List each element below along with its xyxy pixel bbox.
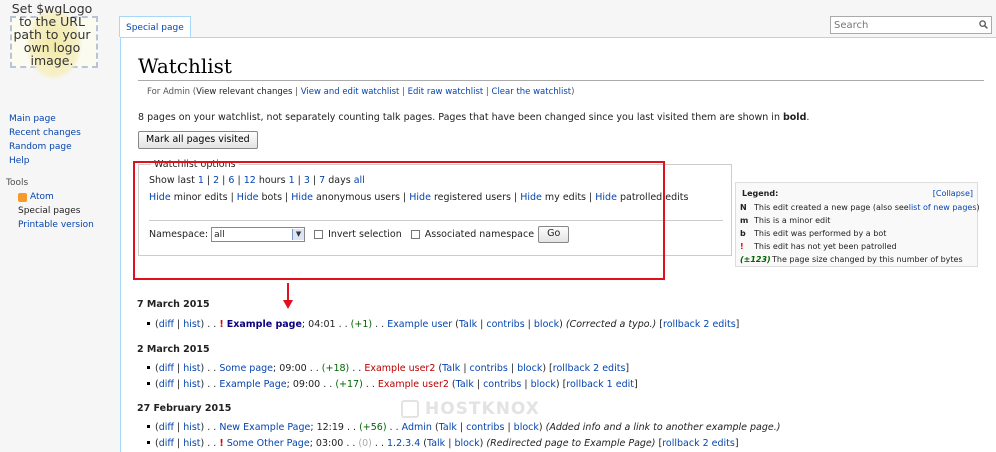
site-logo-placeholder[interactable]: Set $wgLogo to the URL path to your own …	[4, 2, 100, 82]
diff-link[interactable]: diff	[159, 379, 174, 390]
sidebar-item-help[interactable]: Help	[0, 154, 118, 168]
user-link[interactable]: Example user	[387, 319, 452, 330]
watchlist-intro: 8 pages on your watchlist, not separatel…	[138, 112, 810, 123]
date-heading: 2 March 2015	[137, 344, 210, 355]
rollback-link[interactable]: rollback 1 edit	[566, 379, 634, 390]
talk-link[interactable]: Talk	[439, 422, 457, 433]
block-link[interactable]: block	[454, 438, 479, 449]
page-link[interactable]: Some Other Page	[227, 438, 310, 449]
hist-link[interactable]: hist	[183, 438, 200, 449]
page-link[interactable]: Some page	[219, 363, 273, 374]
sidebar-item-printable-version[interactable]: Printable version	[0, 218, 118, 232]
hist-link[interactable]: hist	[183, 422, 200, 433]
hist-link[interactable]: hist	[183, 363, 200, 374]
rollback-link[interactable]: rollback 2 edits	[662, 438, 735, 449]
list-item: (diff | hist) . . ! Some Other Page; 03:…	[147, 438, 739, 449]
sidebar-item-recent-changes[interactable]: Recent changes	[0, 126, 118, 140]
list-of-new-pages-link[interactable]: list of new pages	[909, 203, 977, 212]
sidebar-tools-heading: Tools	[6, 178, 29, 188]
legend-row: ! This edit has not yet been patrolled	[740, 242, 897, 251]
user-link[interactable]: 1.2.3.4	[387, 438, 420, 449]
legend-row: (±123) The page size changed by this numb…	[740, 255, 963, 264]
block-link[interactable]: block	[534, 319, 559, 330]
date-heading: 27 February 2015	[137, 403, 232, 414]
diff-link[interactable]: diff	[159, 319, 174, 330]
talk-link[interactable]: Talk	[427, 438, 445, 449]
edit-raw-watchlist-link[interactable]: Edit raw watchlist	[408, 87, 484, 97]
content-area: Watchlist For Admin (View relevant chang…	[120, 37, 996, 452]
search-input[interactable]	[831, 17, 977, 33]
view-relevant-changes-link[interactable]: View relevant changes	[196, 87, 292, 97]
page-link[interactable]: Example Page	[219, 379, 286, 390]
sidebar-item-special-pages: Special pages	[18, 206, 81, 216]
user-link[interactable]: Admin	[402, 422, 432, 433]
watchlist-subtitle: For Admin (View relevant changes | View …	[147, 87, 575, 97]
legend-row: m This is a minor edit	[740, 216, 831, 225]
legend-row: b This edit was performed by a bot	[740, 229, 887, 238]
annotation-arrow-head	[283, 300, 293, 309]
atom-feed-icon	[18, 192, 27, 202]
talk-link[interactable]: Talk	[459, 319, 477, 330]
diff-link[interactable]: diff	[159, 363, 174, 374]
block-link[interactable]: block	[514, 422, 539, 433]
annotation-highlight-box	[133, 161, 665, 280]
logo-text: Set $wgLogo to the URL path to your own …	[11, 1, 93, 68]
sidebar-item-label: Atom	[30, 192, 54, 202]
sidebar-item-atom[interactable]: Atom	[0, 190, 118, 204]
hist-link[interactable]: hist	[183, 319, 200, 330]
diff-link[interactable]: diff	[159, 422, 174, 433]
sidebar-item-main-page[interactable]: Main page	[0, 112, 118, 126]
page-link[interactable]: New Example Page	[219, 422, 310, 433]
legend-row: N This edit created a new page (also see …	[740, 203, 980, 212]
talk-link[interactable]: Talk	[442, 363, 460, 374]
contribs-link[interactable]: contribs	[466, 422, 504, 433]
rollback-link[interactable]: rollback 2 edits	[553, 363, 626, 374]
contribs-link[interactable]: contribs	[470, 363, 508, 374]
legend-box: Legend: [Collapse] N This edit created a …	[735, 182, 980, 267]
search-icon[interactable]	[979, 20, 988, 29]
watermark-logo-icon	[401, 400, 419, 418]
diff-link[interactable]: diff	[159, 438, 174, 449]
talk-link[interactable]: Talk	[456, 379, 474, 390]
watermark: HOSTKNOX	[401, 399, 540, 419]
list-item: (diff | hist) . . Some page; 09:00 . . (…	[147, 363, 629, 374]
clear-watchlist-link[interactable]: Clear the watchlist	[492, 87, 572, 97]
page-link[interactable]: Example page	[227, 319, 302, 330]
block-link[interactable]: block	[517, 363, 542, 374]
list-item: (diff | hist) . . ! Example page; 04:01 …	[147, 319, 739, 330]
sidebar-item-random-page[interactable]: Random page	[0, 140, 118, 154]
rollback-link[interactable]: rollback 2 edits	[663, 319, 736, 330]
view-edit-watchlist-link[interactable]: View and edit watchlist	[301, 87, 400, 97]
legend-title: Legend:	[742, 189, 779, 198]
contribs-link[interactable]: contribs	[483, 379, 521, 390]
list-item: (diff | hist) . . New Example Page; 12:1…	[147, 422, 780, 433]
date-heading: 7 March 2015	[137, 299, 210, 310]
mark-all-visited-button[interactable]: Mark all pages visited	[138, 131, 258, 149]
hist-link[interactable]: hist	[183, 379, 200, 390]
contribs-link[interactable]: contribs	[486, 319, 524, 330]
list-item: (diff | hist) . . Example Page; 09:00 . …	[147, 379, 638, 390]
page-title: Watchlist	[138, 54, 232, 78]
sidebar: Main page Recent changes Random page Hel…	[0, 112, 118, 232]
block-link[interactable]: block	[531, 379, 556, 390]
user-link[interactable]: Example user2	[378, 379, 449, 390]
title-divider	[138, 80, 984, 81]
tab-special-page[interactable]: Special page	[119, 16, 191, 37]
user-link[interactable]: Example user2	[364, 363, 435, 374]
search-box	[830, 16, 992, 34]
legend-collapse-link[interactable]: [Collapse]	[933, 189, 973, 198]
